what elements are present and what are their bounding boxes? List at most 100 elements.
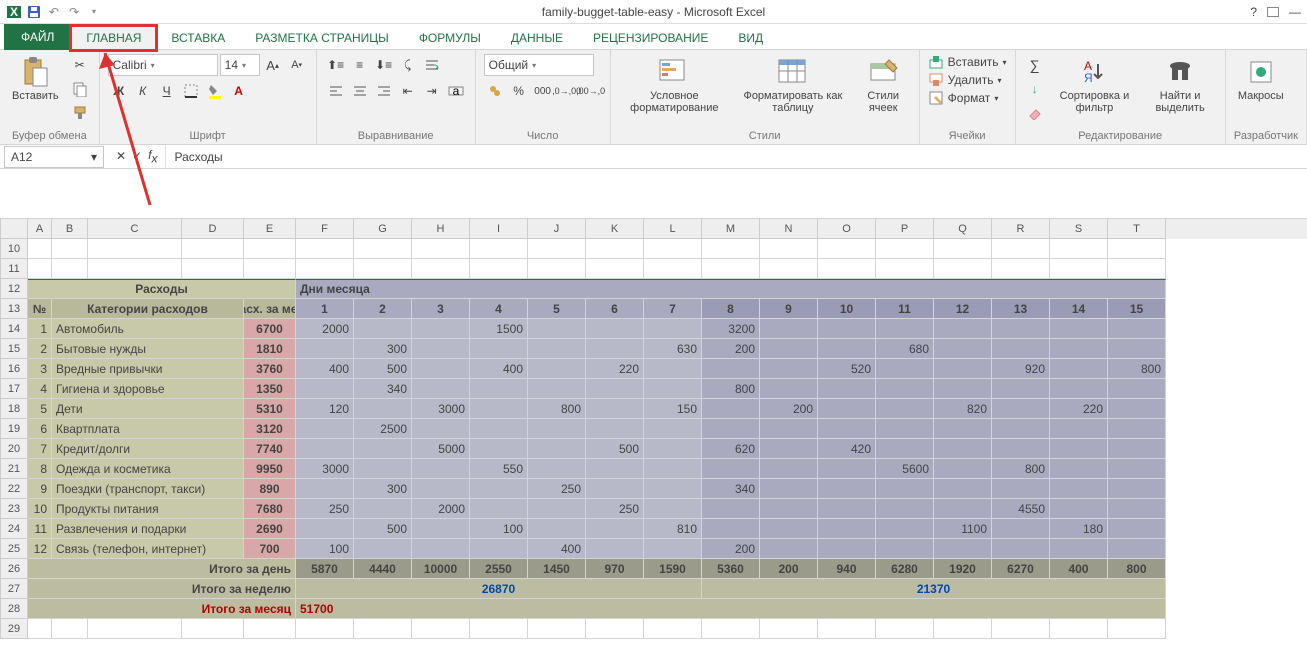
cell[interactable] [702, 519, 760, 539]
cell[interactable]: 12 [28, 539, 52, 559]
percent-icon[interactable]: % [508, 80, 530, 102]
number-format-combo[interactable]: Общий▾ [484, 54, 594, 76]
cell[interactable] [52, 239, 88, 259]
cell[interactable] [354, 239, 412, 259]
cell[interactable] [586, 239, 644, 259]
increase-indent-icon[interactable]: ⇥ [421, 80, 443, 102]
cell[interactable] [1108, 619, 1166, 639]
row-header[interactable]: 16 [0, 359, 28, 379]
cell[interactable]: 520 [818, 359, 876, 379]
cell[interactable] [586, 539, 644, 559]
cell[interactable] [992, 319, 1050, 339]
row-header[interactable]: 23 [0, 499, 28, 519]
format-table-button[interactable]: Форматировать как таблицу [736, 54, 850, 116]
cell[interactable] [28, 619, 52, 639]
wrap-text-icon[interactable] [421, 54, 443, 76]
cell[interactable]: 400 [528, 539, 586, 559]
cell[interactable] [992, 259, 1050, 279]
border-icon[interactable] [180, 80, 202, 102]
cell[interactable] [760, 499, 818, 519]
cell[interactable]: Дни месяца [296, 279, 1166, 299]
cell[interactable]: 5360 [702, 559, 760, 579]
col-header[interactable]: G [354, 219, 412, 239]
cell[interactable]: 5600 [876, 459, 934, 479]
cell[interactable] [28, 239, 52, 259]
cell[interactable] [992, 379, 1050, 399]
undo-icon[interactable]: ↶ [46, 4, 62, 20]
cell[interactable]: 800 [992, 459, 1050, 479]
underline-button[interactable]: Ч [156, 80, 178, 102]
col-header[interactable]: M [702, 219, 760, 239]
cell[interactable] [1108, 399, 1166, 419]
cell[interactable] [644, 379, 702, 399]
cell[interactable] [412, 319, 470, 339]
cell[interactable]: 800 [1108, 359, 1166, 379]
cell[interactable]: 1810 [244, 339, 296, 359]
cell[interactable]: 5870 [296, 559, 354, 579]
row-header[interactable]: 28 [0, 599, 28, 619]
cell[interactable]: 3 [412, 299, 470, 319]
cell[interactable]: 500 [354, 519, 412, 539]
cell[interactable] [412, 519, 470, 539]
cell[interactable]: 3200 [702, 319, 760, 339]
cell[interactable] [818, 319, 876, 339]
cell[interactable] [934, 259, 992, 279]
row-header[interactable]: 17 [0, 379, 28, 399]
insert-cells-button[interactable]: Вставить [948, 55, 999, 69]
cell[interactable] [88, 239, 182, 259]
cell[interactable] [1108, 419, 1166, 439]
col-header[interactable]: R [992, 219, 1050, 239]
cell[interactable] [586, 399, 644, 419]
cell[interactable] [934, 319, 992, 339]
cell[interactable] [818, 519, 876, 539]
increase-font-icon[interactable]: A▴ [262, 54, 284, 76]
col-header[interactable]: E [244, 219, 296, 239]
cell[interactable] [528, 619, 586, 639]
cell[interactable]: 810 [644, 519, 702, 539]
cell[interactable] [470, 479, 528, 499]
redo-icon[interactable]: ↷ [66, 4, 82, 20]
cell[interactable]: 6270 [992, 559, 1050, 579]
font-color-icon[interactable]: A [228, 80, 250, 102]
cell[interactable] [1108, 439, 1166, 459]
cell[interactable] [934, 379, 992, 399]
cell[interactable] [354, 319, 412, 339]
cell[interactable]: 3760 [244, 359, 296, 379]
cell[interactable]: 400 [296, 359, 354, 379]
decrease-decimal-icon[interactable]: ,00→,0 [580, 80, 602, 102]
col-header[interactable]: I [470, 219, 528, 239]
cell[interactable]: 12 [934, 299, 992, 319]
cell[interactable]: Итого за день [28, 559, 296, 579]
cell[interactable]: 800 [528, 399, 586, 419]
cell[interactable] [644, 259, 702, 279]
cell[interactable] [934, 419, 992, 439]
delete-cells-icon[interactable] [928, 72, 944, 88]
cell[interactable] [818, 399, 876, 419]
cell[interactable] [644, 479, 702, 499]
cell[interactable] [760, 479, 818, 499]
cell[interactable]: 220 [1050, 399, 1108, 419]
cell[interactable]: 940 [818, 559, 876, 579]
row-header[interactable]: 14 [0, 319, 28, 339]
cell[interactable]: 51700 [296, 599, 1166, 619]
cell[interactable]: 11 [876, 299, 934, 319]
cell[interactable] [528, 319, 586, 339]
cell[interactable] [412, 479, 470, 499]
cell[interactable]: Поездки (транспорт, такси) [52, 479, 244, 499]
row-header[interactable]: 22 [0, 479, 28, 499]
cell[interactable] [412, 419, 470, 439]
cell[interactable]: № [28, 299, 52, 319]
cell[interactable] [528, 459, 586, 479]
italic-button[interactable]: К [132, 80, 154, 102]
cell[interactable] [818, 239, 876, 259]
tab-file[interactable]: ФАЙЛ [4, 24, 71, 50]
cell[interactable]: 1500 [470, 319, 528, 339]
cell[interactable]: 500 [586, 439, 644, 459]
col-header[interactable]: A [28, 219, 52, 239]
cell[interactable] [760, 459, 818, 479]
col-header[interactable]: H [412, 219, 470, 239]
cell[interactable]: Автомобиль [52, 319, 244, 339]
cell[interactable]: 820 [934, 399, 992, 419]
cell[interactable] [818, 339, 876, 359]
cell[interactable]: 500 [354, 359, 412, 379]
